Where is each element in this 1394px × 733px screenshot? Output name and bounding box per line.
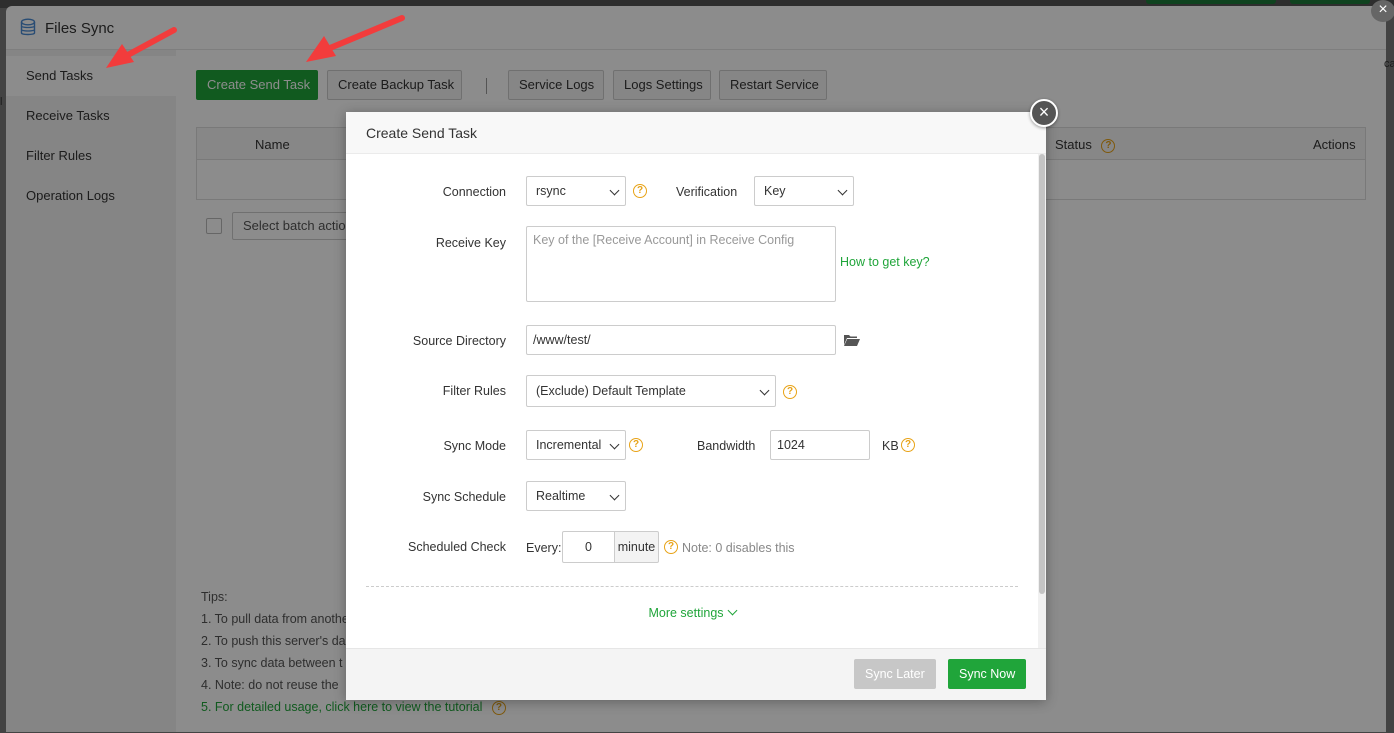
filter-rules-select[interactable]: (Exclude) Default Template xyxy=(526,375,776,407)
receive-key-placeholder: Key of the [Receive Account] in Receive … xyxy=(533,233,795,247)
bandwidth-unit: KB xyxy=(882,439,899,453)
more-settings-toggle[interactable]: More settings xyxy=(346,605,1038,620)
create-send-task-dialog: Create Send Task × Connection rsync ? Ve… xyxy=(346,99,1058,700)
sync-mode-select[interactable]: Incremental xyxy=(526,430,626,460)
verification-value: Key xyxy=(764,184,786,198)
verification-select[interactable]: Key xyxy=(754,176,854,206)
more-settings-label[interactable]: More settings xyxy=(648,606,723,620)
help-icon[interactable]: ? xyxy=(633,184,647,198)
window-close-icon[interactable]: × xyxy=(1371,0,1394,22)
chevron-down-icon xyxy=(609,490,620,501)
dialog-footer: Sync Later Sync Now xyxy=(346,648,1046,700)
filter-rules-value: (Exclude) Default Template xyxy=(536,384,686,398)
scheduled-check-label: Scheduled Check xyxy=(408,540,506,554)
help-icon[interactable]: ? xyxy=(783,385,797,399)
chevron-down-icon xyxy=(759,385,770,396)
connection-select[interactable]: rsync xyxy=(526,176,626,206)
scheduled-check-note: Note: 0 disables this xyxy=(682,541,795,555)
filter-rules-label: Filter Rules xyxy=(442,384,506,398)
how-to-get-key-link[interactable]: How to get key? xyxy=(840,255,930,269)
folder-open-icon[interactable] xyxy=(844,334,860,346)
divider xyxy=(366,586,1018,587)
scrollbar-thumb[interactable] xyxy=(1039,154,1045,594)
sync-mode-value: Incremental xyxy=(536,438,602,452)
scheduled-check-input[interactable]: 0 xyxy=(562,531,615,563)
chevron-down-icon xyxy=(727,605,737,616)
dialog-header: Create Send Task xyxy=(346,112,1046,154)
dialog-scrollbar[interactable] xyxy=(1038,154,1046,648)
receive-key-textarea[interactable]: Key of the [Receive Account] in Receive … xyxy=(526,226,836,302)
bandwidth-input[interactable]: 1024 xyxy=(770,430,870,460)
help-icon[interactable]: ? xyxy=(664,540,678,554)
verification-label: Verification xyxy=(676,185,738,199)
dialog-body: Connection rsync ? Verification Key Rece… xyxy=(346,154,1046,648)
dialog-title: Create Send Task xyxy=(366,125,478,141)
sync-schedule-value: Realtime xyxy=(536,489,586,503)
sync-mode-label: Sync Mode xyxy=(443,439,506,453)
close-icon[interactable]: × xyxy=(1030,99,1058,127)
every-prefix: Every: xyxy=(526,541,562,555)
sync-schedule-label: Sync Schedule xyxy=(422,490,506,504)
connection-value: rsync xyxy=(536,184,566,198)
annotation-arrow-icon xyxy=(306,15,405,62)
sync-now-button[interactable]: Sync Now xyxy=(948,659,1027,689)
help-icon[interactable]: ? xyxy=(901,438,915,452)
chevron-down-icon xyxy=(609,439,620,450)
chevron-down-icon xyxy=(609,185,620,196)
chevron-down-icon xyxy=(837,185,848,196)
source-directory-label: Source Directory xyxy=(412,334,506,348)
minute-unit: minute xyxy=(614,531,659,563)
connection-label: Connection xyxy=(442,185,506,199)
sync-schedule-select[interactable]: Realtime xyxy=(526,481,626,511)
help-icon[interactable]: ? xyxy=(629,438,643,452)
annotation-arrow-icon xyxy=(106,27,177,68)
source-directory-input[interactable]: /www/test/ xyxy=(526,325,836,355)
sync-later-button[interactable]: Sync Later xyxy=(854,659,936,689)
receive-key-label: Receive Key xyxy=(435,236,506,250)
bandwidth-label: Bandwidth xyxy=(697,439,756,453)
